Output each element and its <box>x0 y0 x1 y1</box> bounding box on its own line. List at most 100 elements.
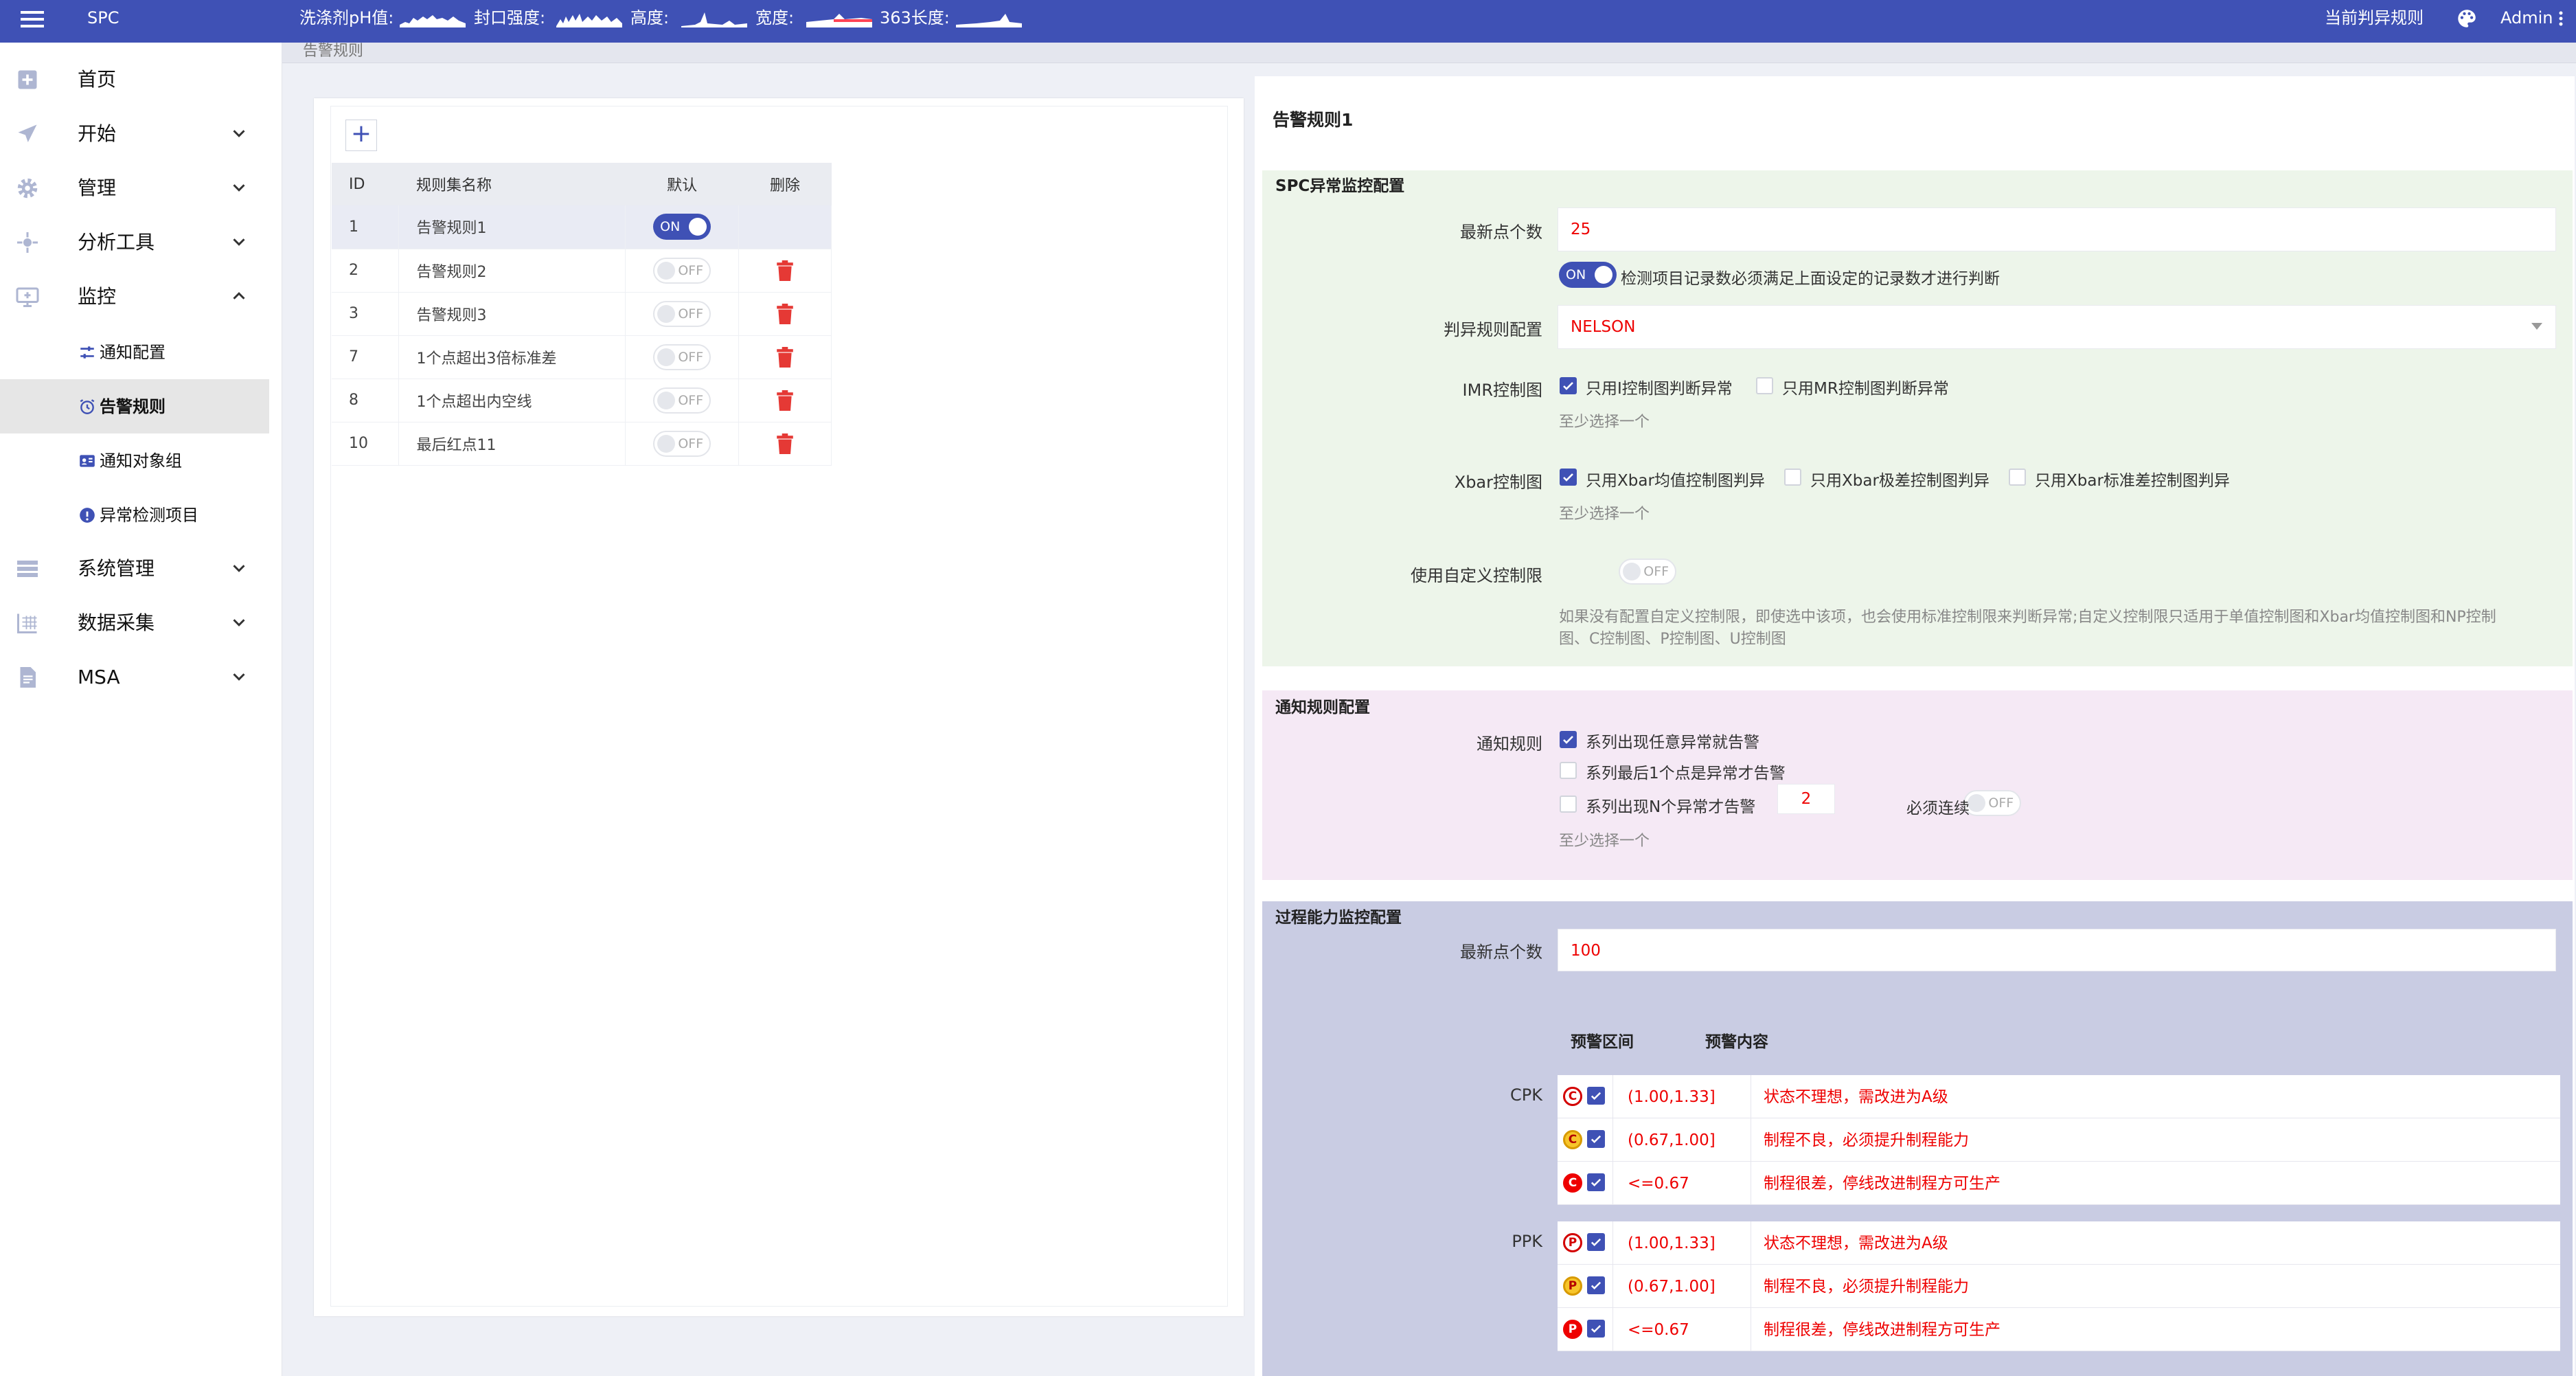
gear-icon <box>17 178 38 199</box>
cpk-row-checkbox[interactable] <box>1587 1130 1605 1148</box>
palette-icon[interactable] <box>2455 7 2478 30</box>
xbar-std-checkbox[interactable] <box>2009 469 2026 486</box>
dropdown-arrow-icon[interactable] <box>2531 323 2542 330</box>
table-row[interactable]: 10 最后红点11 OFF <box>332 422 832 466</box>
row-name: 告警规则3 <box>398 292 626 336</box>
cpk-row-checkbox[interactable] <box>1587 1173 1605 1191</box>
metric-label-width[interactable]: 宽度: <box>755 4 794 32</box>
record-count-toggle[interactable]: ON <box>1559 262 1617 288</box>
chevron-down-icon <box>233 130 245 137</box>
ppk-row[interactable]: P (0.67,1.00] 制程不良，必须提升制程能力 <box>1558 1265 2560 1308</box>
xbar-mean-checkbox[interactable] <box>1560 469 1577 486</box>
notify-n-input[interactable]: 2 <box>1777 784 1835 814</box>
ppk-row-checkbox[interactable] <box>1587 1276 1605 1294</box>
sidebar-item-analysis[interactable]: 分析工具 <box>0 215 282 269</box>
row-id: 2 <box>332 249 400 293</box>
ppk-row-checkbox[interactable] <box>1587 1233 1605 1251</box>
custom-limit-toggle[interactable]: OFF <box>1619 559 1677 585</box>
sliders-icon <box>80 346 94 359</box>
ppk-row[interactable]: P <=0.67 制程很差，停线改进制程方可生产 <box>1558 1308 2560 1351</box>
grade-badge-icon: C <box>1563 1173 1582 1193</box>
table-row[interactable]: 3 告警规则3 OFF <box>332 292 832 336</box>
default-toggle[interactable]: OFF <box>653 430 711 457</box>
default-toggle[interactable]: OFF <box>653 300 711 327</box>
table-row[interactable]: 2 告警规则2 OFF <box>332 249 832 293</box>
trash-icon[interactable] <box>776 303 794 324</box>
contact-card-icon <box>80 455 95 467</box>
table-row[interactable]: 8 1个点超出内空线 OFF <box>332 379 832 422</box>
consecutive-toggle[interactable]: OFF <box>1963 790 2022 816</box>
document-icon <box>20 667 36 688</box>
rule-config-select[interactable]: NELSON <box>1558 305 2556 349</box>
metric-label-height[interactable]: 高度: <box>630 4 669 32</box>
current-rule-link[interactable]: 当前判异规则 <box>2325 4 2424 32</box>
metric-sparkline-width[interactable] <box>806 7 872 27</box>
default-toggle[interactable]: OFF <box>653 387 711 414</box>
ppk-row[interactable]: P (1.00,1.33] 状态不理想，需改进为A级 <box>1558 1221 2560 1265</box>
notify-last-checkbox[interactable] <box>1560 762 1577 779</box>
imr-hint: 至少选择一个 <box>1559 414 1650 431</box>
imr-i-checkbox[interactable] <box>1560 377 1577 394</box>
imr-mr-checkbox[interactable] <box>1756 377 1773 394</box>
more-vert-icon[interactable] <box>2557 8 2564 29</box>
toggle-text: OFF <box>678 349 704 365</box>
notify-section <box>1262 690 2573 880</box>
cpk-row-checkbox[interactable] <box>1587 1087 1605 1105</box>
sidebar-subitem-anomaly-items[interactable]: 异常检测项目 <box>0 488 269 542</box>
sidebar-item-start[interactable]: 开始 <box>0 106 282 161</box>
trash-icon[interactable] <box>776 390 794 411</box>
metric-label-363[interactable]: 363长度: <box>880 4 950 32</box>
default-toggle[interactable]: OFF <box>653 257 711 284</box>
sidebar-subitem-label: 异常检测项目 <box>100 506 198 525</box>
metric-label-seal[interactable]: 封口强度: <box>474 4 545 32</box>
user-name[interactable]: Admin <box>2500 4 2553 32</box>
cpk-row[interactable]: C <=0.67 制程很差，停线改进制程方可生产 <box>1558 1162 2560 1205</box>
row-id: 8 <box>332 379 400 422</box>
menu-icon[interactable] <box>21 10 44 29</box>
capability-latest-input[interactable]: 100 <box>1558 929 2556 971</box>
custom-limit-label: 使用自定义控制限 <box>1411 566 1542 585</box>
notify-section-title: 通知规则配置 <box>1275 699 1370 717</box>
sidebar-item-label: MSA <box>78 666 120 688</box>
cpk-row[interactable]: C (0.67,1.00] 制程不良，必须提升制程能力 <box>1558 1118 2560 1162</box>
row-name: 最后红点11 <box>398 422 626 466</box>
default-toggle[interactable]: OFF <box>653 343 711 370</box>
trash-icon[interactable] <box>776 260 794 281</box>
chevron-up-icon <box>233 292 245 300</box>
default-toggle[interactable]: ON <box>653 214 711 240</box>
notify-last-label: 系列最后1个点是异常才告警 <box>1586 765 1786 782</box>
sidebar-item-msa[interactable]: MSA <box>0 650 282 704</box>
metric-sparkline-ph[interactable] <box>400 7 466 27</box>
sidebar-subitem-notify-groups[interactable]: 通知对象组 <box>0 433 269 488</box>
metric-label-ph[interactable]: 洗涤剂pH值: <box>299 4 394 32</box>
table-row[interactable]: 1 告警规则1 ON <box>332 205 832 249</box>
ppk-row-checkbox[interactable] <box>1587 1320 1605 1338</box>
sidebar-item-home[interactable]: 首页 <box>0 52 282 106</box>
sidebar-subitem-alarm-rules[interactable]: 告警规则 <box>0 379 269 433</box>
table-row[interactable]: 7 1个点超出3倍标准差 OFF <box>332 335 832 379</box>
notify-n-checkbox[interactable] <box>1560 796 1577 813</box>
xbar-range-checkbox[interactable] <box>1784 469 1801 486</box>
chevron-down-icon <box>233 184 245 192</box>
sidebar-item-manage[interactable]: 管理 <box>0 161 282 215</box>
sidebar-item-data-collect[interactable]: 数据采集 <box>0 596 282 650</box>
cpk-row[interactable]: C (1.00,1.33] 状态不理想，需改进为A级 <box>1558 1075 2560 1118</box>
notify-any-checkbox[interactable] <box>1560 731 1577 748</box>
sidebar-item-monitor[interactable]: 监控 <box>0 269 282 324</box>
capability-latest-label: 最新点个数 <box>1460 943 1542 962</box>
metric-sparkline-363[interactable] <box>956 7 1022 27</box>
latest-points-label: 最新点个数 <box>1460 223 1542 242</box>
sidebar-item-system[interactable]: 系统管理 <box>0 541 282 596</box>
add-rule-button[interactable]: + <box>345 120 377 151</box>
toggle-text: OFF <box>678 262 704 278</box>
metric-sparkline-seal[interactable] <box>556 7 622 27</box>
sidebar-subitem-notify-config[interactable]: 通知配置 <box>0 325 269 379</box>
toggle-text: OFF <box>678 436 704 451</box>
metric-sparkline-height[interactable] <box>681 7 747 27</box>
trash-icon[interactable] <box>776 346 794 368</box>
xbar-label: Xbar控制图 <box>1454 473 1542 492</box>
breadcrumb: 告警规则 <box>282 43 2576 63</box>
latest-points-input[interactable]: 25 <box>1558 207 2556 251</box>
trash-icon[interactable] <box>776 433 794 454</box>
crosshair-icon <box>17 232 38 253</box>
